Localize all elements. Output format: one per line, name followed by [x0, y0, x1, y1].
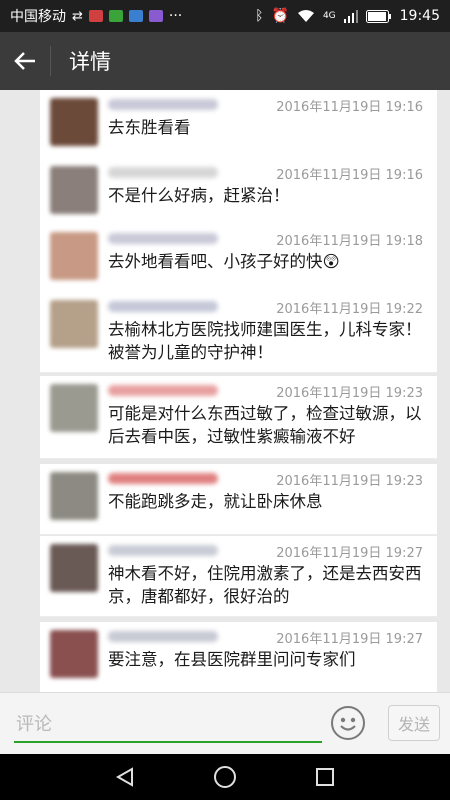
app-notification-icon	[128, 10, 143, 22]
commenter-name	[108, 167, 218, 178]
comment-list[interactable]: 2016年11月19日 19:16 去东胜看看 2016年11月19日 19:1…	[0, 90, 450, 692]
wechat-notification-icon	[108, 10, 123, 22]
usb-icon: ⇄	[72, 8, 83, 24]
commenter-name	[108, 545, 218, 556]
system-nav-bar	[0, 754, 450, 800]
avatar[interactable]	[50, 472, 98, 520]
nav-recents-button[interactable]	[305, 762, 345, 792]
comment-item[interactable]: 2016年11月19日 19:22 去榆林北方医院找师建国医生，儿科专家！被誉为…	[40, 292, 437, 373]
comment-time: 2016年11月19日 19:22	[276, 302, 423, 317]
comment-time: 2016年11月19日 19:16	[276, 168, 423, 183]
commenter-name	[108, 385, 218, 396]
comment-text: 神木看不好，住院用激素了，还是去西安西京，唐都都好，很好治的	[108, 564, 422, 606]
comment-item[interactable]: 2016年11月19日 19:27 神木看不好，住院用激素了，还是去西安西京，唐…	[40, 536, 437, 617]
avatar[interactable]	[50, 98, 98, 146]
circle-home-icon	[214, 766, 236, 788]
gallery-notification-icon	[148, 10, 163, 22]
comment-item[interactable]: 2016年11月19日 19:16 不是什么好病，赶紧治！	[40, 158, 437, 229]
title-divider	[50, 46, 51, 76]
comment-item[interactable]: 2016年11月19日 19:18 去外地看看吧、小孩子好的快😲	[40, 224, 437, 295]
signal-icon	[343, 9, 358, 23]
send-button[interactable]: 发送	[388, 705, 440, 741]
comment-item[interactable]: 2016年11月19日 19:16 去东胜看看	[40, 90, 437, 161]
mail-notification-icon	[88, 10, 103, 22]
commenter-name	[108, 631, 218, 642]
comment-item[interactable]: 2016年11月19日 19:23 可能是对什么东西过敏了，检查过敏源，以后去看…	[40, 376, 437, 459]
triangle-back-icon	[115, 767, 133, 787]
page-title: 详情	[69, 50, 111, 74]
comment-time: 2016年11月19日 19:23	[276, 474, 423, 489]
comment-text: 要注意，在县医院群里问问专家们	[108, 650, 356, 669]
comment-time: 2016年11月19日 19:16	[276, 100, 423, 115]
square-recents-icon	[316, 768, 334, 786]
comment-text: 去外地看看吧、小孩子好的快😲	[108, 252, 340, 271]
comment-text: 可能是对什么东西过敏了，检查过敏源，以后去看中医，过敏性紫癜输液不好	[108, 404, 422, 446]
comment-time: 2016年11月19日 19:27	[276, 546, 423, 561]
clock-label: 19:45	[399, 8, 440, 24]
comment-input-bar: 发送	[0, 692, 450, 754]
avatar[interactable]	[50, 166, 98, 214]
avatar[interactable]	[50, 544, 98, 592]
network-type-label: 4G	[322, 11, 336, 21]
battery-icon	[365, 9, 391, 23]
back-button[interactable]	[0, 32, 50, 90]
back-arrow-icon	[14, 52, 35, 70]
comment-text: 去东胜看看	[108, 118, 191, 137]
avatar[interactable]	[50, 232, 98, 280]
comment-time: 2016年11月19日 19:27	[276, 632, 423, 647]
comment-text: 不是什么好病，赶紧治！	[108, 186, 290, 205]
comment-text: 去榆林北方医院找师建国医生，儿科专家！被誉为儿童的守护神！	[108, 320, 422, 362]
commenter-name	[108, 301, 218, 312]
comment-time: 2016年11月19日 19:23	[276, 386, 423, 401]
comment-text: 不能跑跳多走，就让卧床休息	[108, 492, 323, 511]
comment-item[interactable]: 2016年11月19日 19:23 不能跑跳多走，就让卧床休息	[40, 464, 437, 535]
emoji-button[interactable]	[331, 706, 365, 740]
commenter-name	[108, 99, 218, 110]
more-notifications-icon: ···	[168, 8, 183, 24]
status-left: 中国移动 ⇄ ···	[10, 6, 255, 26]
status-right: ᛒ ⏰ 4G 19:45	[255, 8, 440, 24]
avatar[interactable]	[50, 630, 98, 678]
smiley-icon	[340, 717, 356, 731]
bluetooth-icon: ᛒ	[255, 8, 264, 24]
nav-home-button[interactable]	[205, 762, 245, 792]
comment-item[interactable]: 2016年11月19日 19:27 要注意，在县医院群里问问专家们	[40, 622, 437, 692]
nav-back-button[interactable]	[105, 762, 145, 792]
comment-input[interactable]	[14, 707, 322, 743]
title-bar: 详情	[0, 32, 450, 90]
status-bar: 中国移动 ⇄ ··· ᛒ ⏰ 4G 19:45	[0, 0, 450, 32]
avatar[interactable]	[50, 300, 98, 348]
avatar[interactable]	[50, 384, 98, 432]
commenter-name	[108, 233, 218, 244]
comment-time: 2016年11月19日 19:18	[276, 234, 423, 249]
wifi-icon	[297, 10, 314, 22]
carrier-label: 中国移动	[10, 9, 66, 25]
commenter-name	[108, 473, 218, 484]
alarm-icon: ⏰	[271, 8, 289, 24]
